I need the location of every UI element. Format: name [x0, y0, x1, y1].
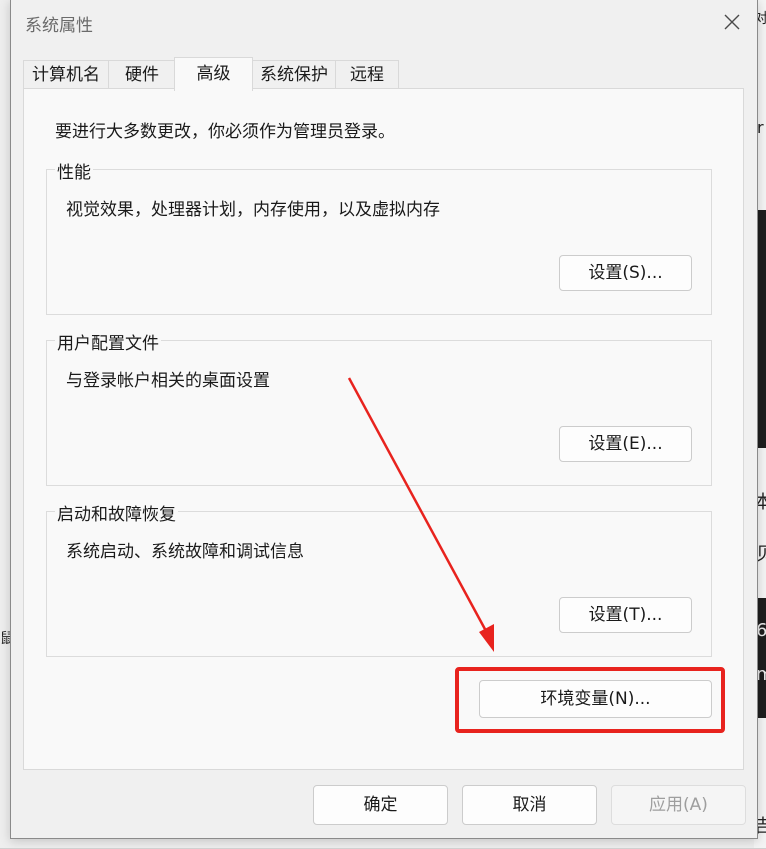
tab-advanced[interactable]: 高级 [174, 57, 253, 91]
annotation-highlight-box [455, 667, 725, 733]
